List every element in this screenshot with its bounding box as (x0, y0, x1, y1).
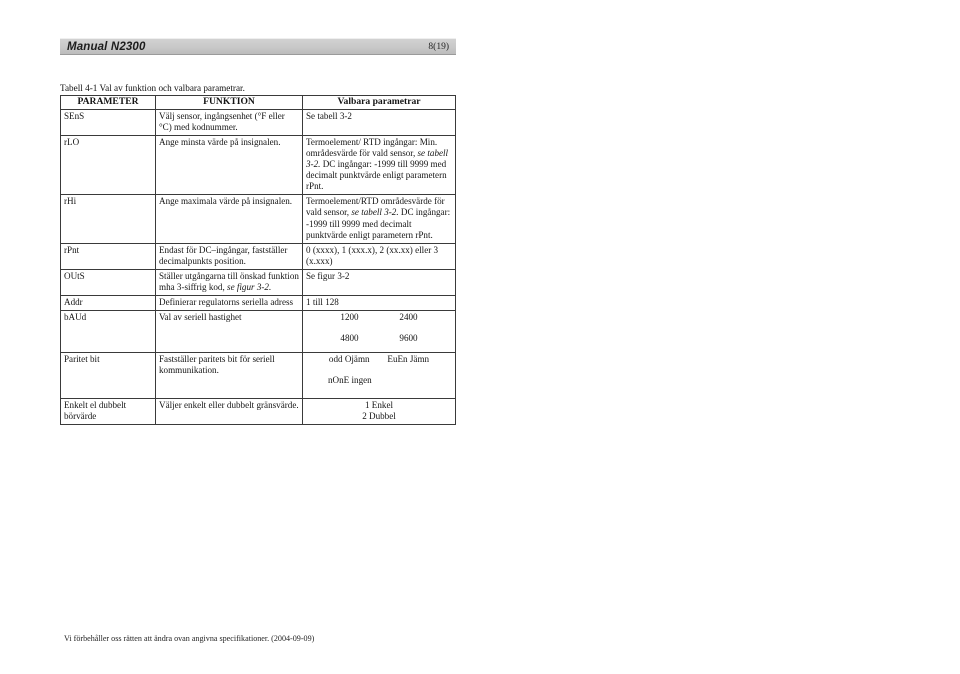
document-spread: Manual N2300 8(19) Tabell 4-1 Val av fun… (0, 0, 960, 674)
baud-value: 1200 (340, 312, 359, 323)
cell-funktion: Fastställer paritets bit för seriell kom… (155, 352, 303, 400)
funktion-part-italic: se figur 3-2. (227, 282, 272, 293)
cell-funktion: Väljer enkelt eller dubbelt gränsvärde. (155, 398, 303, 426)
table-row: rHi Ange maximala värde på insignalen. T… (60, 194, 456, 244)
cell-valbara: Se tabell 3-2 (302, 108, 456, 136)
setpoint-value: 1 Enkel (364, 400, 394, 411)
cell-parameter: rLO (60, 134, 156, 196)
table-row: rLO Ange minsta värde på insignalen. Ter… (60, 134, 456, 196)
baud-values-row-2: 4800 9600 (306, 333, 452, 344)
cell-funktion: Definierar regulatorns seriella adress (155, 295, 303, 312)
page-left: Manual N2300 8(19) Tabell 4-1 Val av fun… (0, 0, 481, 674)
cell-funktion: Ange minsta värde på insignalen. (155, 134, 303, 196)
cell-valbara: 0 (xxxx), 1 (xxx.x), 2 (xx.xx) eller 3 (… (302, 242, 456, 270)
setpoint-value: 2 Dubbel (362, 411, 396, 422)
parity-values-row-1: odd Ojämn EuEn Jämn (306, 354, 452, 365)
table-row: rPnt Endast för DC–ingångar, fastställer… (60, 242, 456, 270)
cell-parameter: bAUd (60, 310, 156, 354)
cell-valbara: Termoelement/ RTD ingångar: Min. områdes… (302, 134, 456, 196)
valbara-part-b: DC ingångar: -1999 till 9999 med decimal… (306, 159, 447, 192)
cell-funktion: Ställer utgångarna till önskad funktion … (155, 268, 303, 297)
col-header-valbara: Valbara parametrar (302, 95, 456, 110)
cell-funktion: Val av seriell hastighet (155, 310, 303, 354)
table-row: OUtS Ställer utgångarna till önskad funk… (60, 268, 456, 297)
baud-values-row-1: 1200 2400 (306, 312, 452, 323)
table-row: Paritet bit Fastställer paritets bit för… (60, 352, 456, 400)
col-header-parameter: PARAMETER (60, 95, 156, 110)
cell-parameter: rPnt (60, 242, 156, 270)
cell-valbara: 1 Enkel 2 Dubbel (302, 398, 456, 426)
parity-value: odd Ojämn (328, 354, 370, 365)
page-right: Manual N2300 9(19) Tabell 4.1 Forts. Val… (481, 0, 960, 674)
cell-valbara: Se figur 3-2 (302, 268, 456, 297)
cell-parameter: Addr (60, 295, 156, 312)
table-parameters-left: PARAMETER FUNKTION Valbara parametrar SE… (60, 95, 456, 426)
table-row: SEnS Välj sensor, ingångsenhet (°F eller… (60, 108, 456, 136)
table-row: Addr Definierar regulatorns seriella adr… (60, 295, 456, 312)
col-header-funktion: FUNKTION (155, 95, 303, 110)
footer-left: Vi förbehåller oss rätten att ändra ovan… (64, 634, 315, 643)
valbara-part-a-italic: se tabell 3-2. (351, 207, 399, 218)
cell-valbara: 1 till 128 (302, 295, 456, 312)
baud-value: 9600 (399, 333, 418, 344)
cell-funktion: Välj sensor, ingångsenhet (°F eller °C) … (155, 108, 303, 136)
running-header-left: Manual N2300 8(19) (60, 38, 456, 55)
cell-valbara: Termoelement/RTD områdesvärde för vald s… (302, 194, 456, 244)
parity-values-row-2: nOnE ingen (306, 375, 452, 386)
table-row: bAUd Val av seriell hastighet 1200 2400 … (60, 310, 456, 354)
cell-parameter: Enkelt el dubbelt börvärde (60, 398, 156, 426)
baud-value: 2400 (399, 312, 418, 323)
baud-value: 4800 (340, 333, 359, 344)
header-title-left: Manual N2300 (67, 40, 146, 53)
cell-funktion: Ange maximala värde på insignalen. (155, 194, 303, 244)
table-header-row: PARAMETER FUNKTION Valbara parametrar (60, 95, 456, 110)
cell-valbara: odd Ojämn EuEn Jämn nOnE ingen (302, 352, 456, 400)
cell-parameter: SEnS (60, 108, 156, 136)
cell-valbara: 1200 2400 4800 9600 (302, 310, 456, 354)
cell-parameter: OUtS (60, 268, 156, 297)
cell-funktion: Endast för DC–ingångar, fastställer deci… (155, 242, 303, 270)
page-number-left: 8(19) (428, 41, 449, 52)
table-caption-left: Tabell 4-1 Val av funktion och valbara p… (60, 83, 245, 93)
cell-parameter: rHi (60, 194, 156, 244)
parity-value: EuEn Jämn (387, 354, 430, 365)
parity-value: nOnE ingen (328, 375, 372, 386)
cell-parameter: Paritet bit (60, 352, 156, 400)
table-row: Enkelt el dubbelt börvärde Väljer enkelt… (60, 398, 456, 426)
